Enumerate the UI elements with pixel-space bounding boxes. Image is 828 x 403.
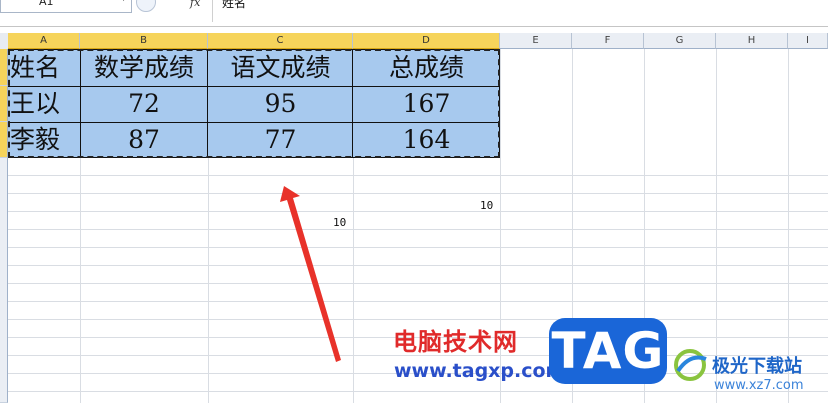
aurora-logo-icon <box>674 349 707 381</box>
watermark-title: 电脑技术网 <box>393 328 518 356</box>
tag-logo-badge: TAG <box>549 318 667 384</box>
watermark-url: www.tagxp.com <box>394 360 566 382</box>
site-name: 极光下载站 <box>712 356 802 377</box>
site-url: www.xz7.com <box>714 378 804 393</box>
